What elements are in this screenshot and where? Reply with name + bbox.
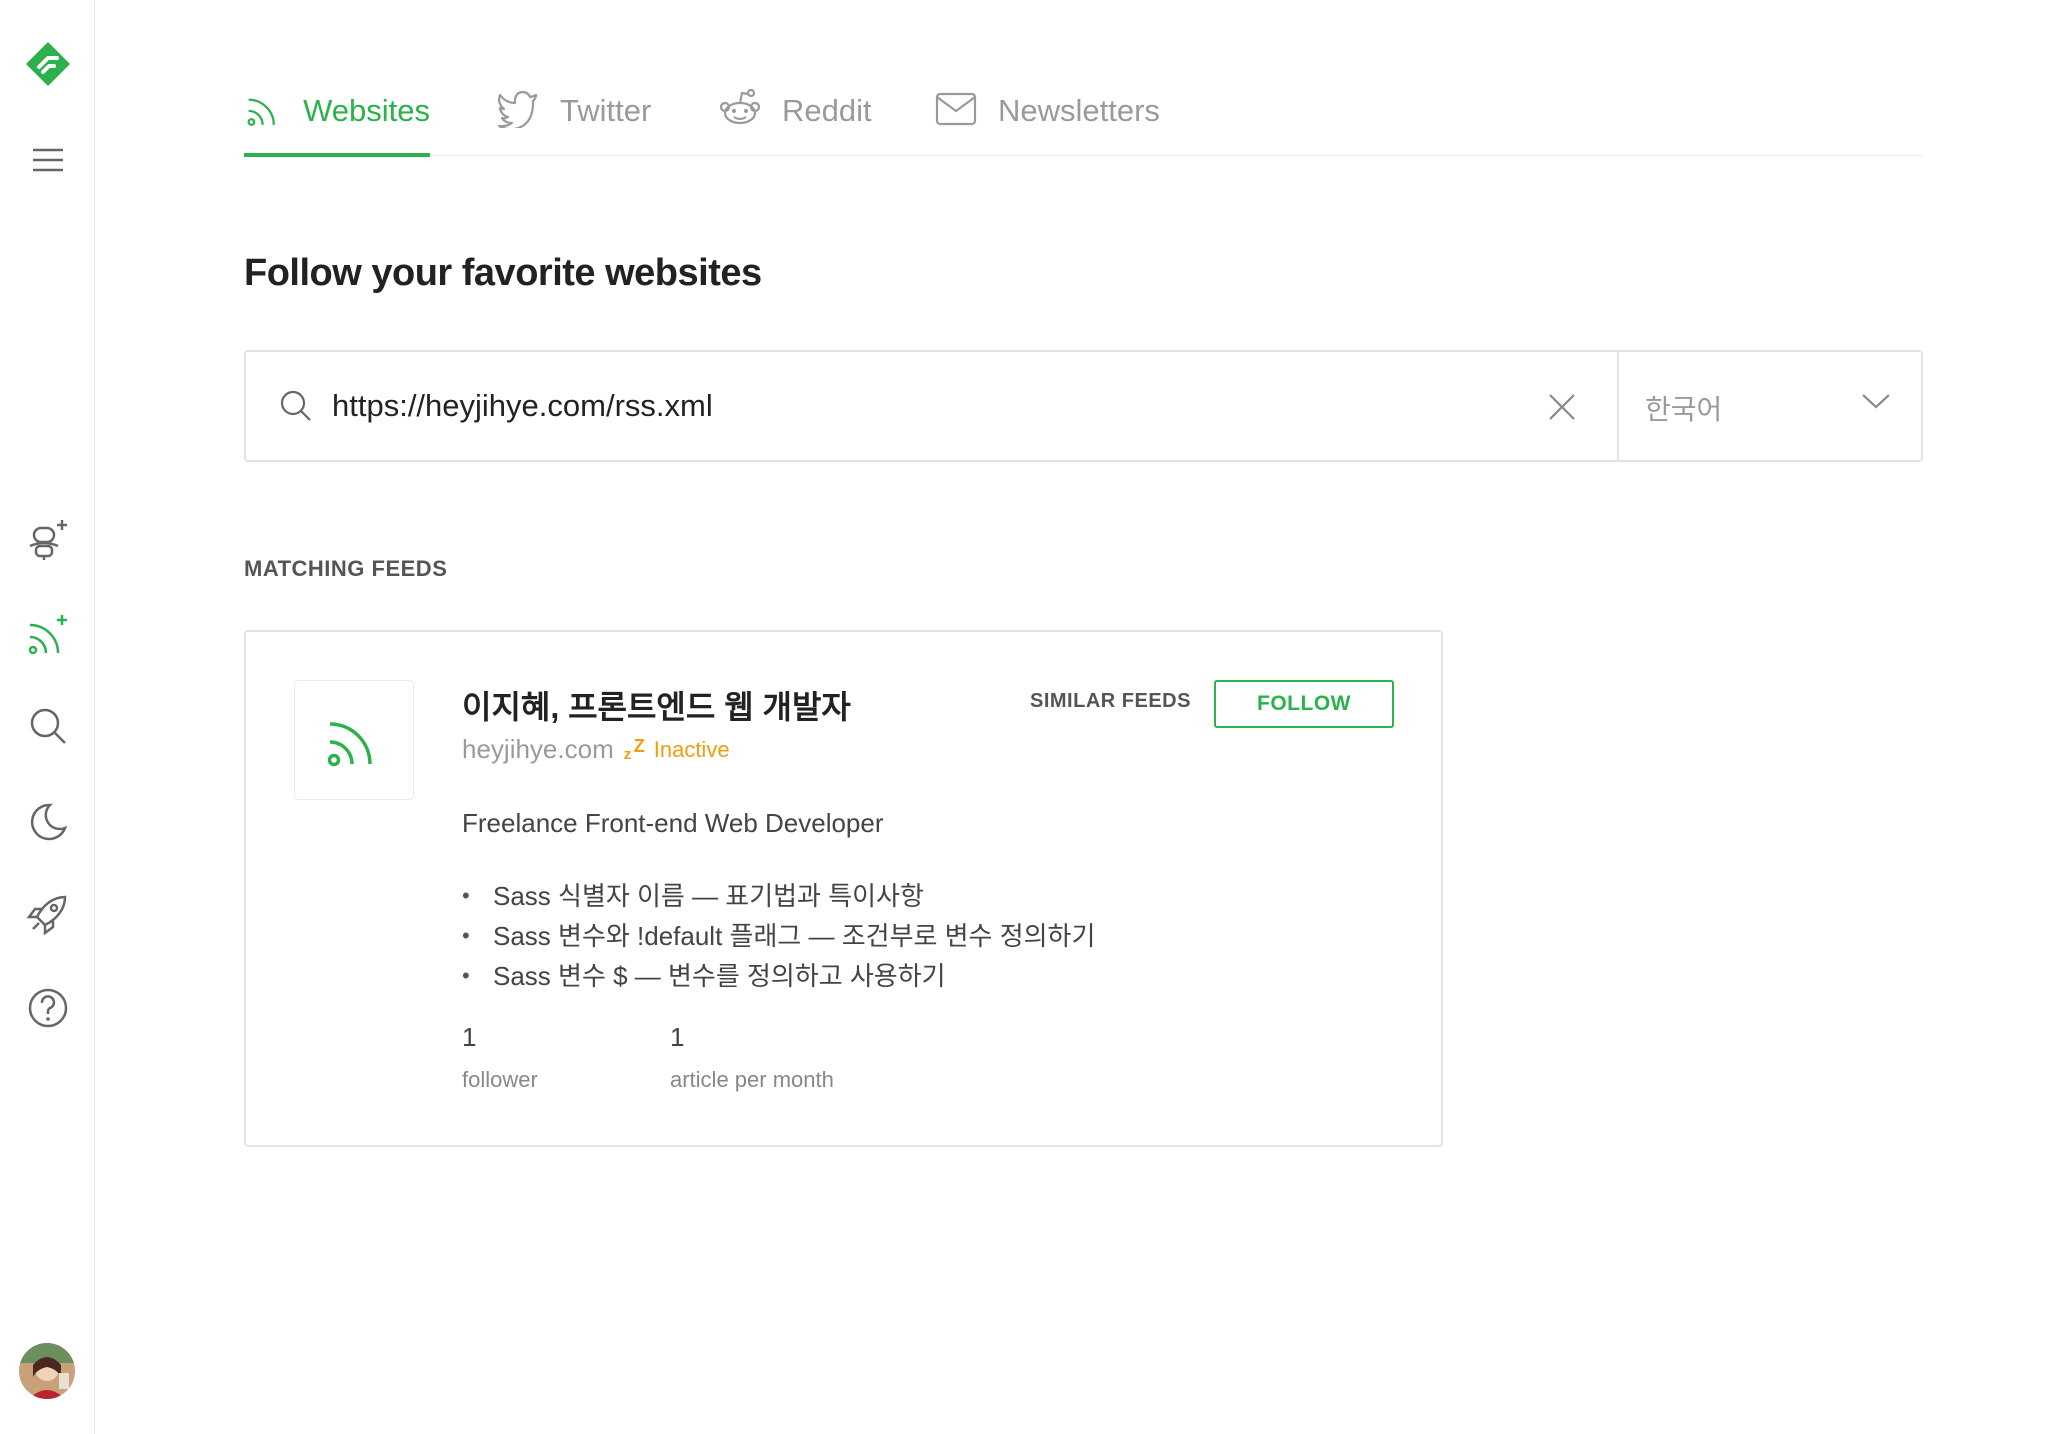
inactive-badge: z Z Inactive xyxy=(622,736,730,764)
tab-websites[interactable]: Websites xyxy=(244,70,430,157)
tab-twitter[interactable]: Twitter xyxy=(496,70,696,156)
language-value: 한국어 xyxy=(1645,394,1723,425)
article-item[interactable]: Sass 변수 $ — 변수를 정의하고 사용하기 xyxy=(462,956,1095,996)
tab-reddit[interactable]: Reddit xyxy=(718,70,898,156)
articles-stat: 1 article per month xyxy=(670,1022,834,1093)
feedly-logo-icon[interactable] xyxy=(0,34,95,94)
tab-newsletters[interactable]: Newsletters xyxy=(934,70,1174,156)
mail-icon xyxy=(935,92,977,126)
tab-reddit-label: Reddit xyxy=(782,93,872,128)
sleep-icon: z Z xyxy=(623,735,645,763)
close-icon xyxy=(1549,394,1575,420)
followers-label: follower xyxy=(462,1067,538,1092)
article-item[interactable]: Sass 식별자 이름 — 표기법과 특이사항 xyxy=(462,876,1095,916)
similar-feeds-button[interactable]: SIMILAR FEEDS xyxy=(1030,690,1191,713)
source-tabs: Websites Twitter Reddit Newsletters xyxy=(244,70,1923,157)
add-feed-icon[interactable] xyxy=(0,605,95,665)
search-field-icon xyxy=(280,390,312,427)
feed-thumbnail xyxy=(294,680,414,800)
rss-icon xyxy=(247,98,275,126)
tab-newsletters-label: Newsletters xyxy=(998,93,1160,128)
feed-meta: heyjihye.com z Z Inactive xyxy=(462,734,730,765)
page-title: Follow your favorite websites xyxy=(244,252,762,294)
chevron-down-icon xyxy=(1861,392,1891,415)
reddit-icon xyxy=(719,88,761,125)
tab-twitter-label: Twitter xyxy=(560,93,652,128)
feed-card[interactable]: 이지혜, 프론트엔드 웹 개발자 heyjihye.com z Z Inacti… xyxy=(244,630,1443,1147)
inactive-status: Inactive xyxy=(653,736,730,762)
matching-feeds-label: MATCHING FEEDS xyxy=(244,556,448,581)
language-select[interactable]: 한국어 xyxy=(1619,352,1921,460)
tab-websites-label: Websites xyxy=(303,93,430,128)
clear-search-button[interactable] xyxy=(1543,388,1581,426)
follow-button[interactable]: FOLLOW xyxy=(1214,680,1394,728)
search-bar: 한국어 xyxy=(244,350,1923,462)
recent-articles: Sass 식별자 이름 — 표기법과 특이사항 Sass 변수와 !defaul… xyxy=(462,876,1095,996)
search-icon[interactable] xyxy=(0,696,95,756)
followers-stat: 1 follower xyxy=(462,1022,538,1093)
articles-label: article per month xyxy=(670,1067,834,1092)
user-avatar[interactable] xyxy=(19,1343,75,1399)
rss-icon xyxy=(327,722,372,767)
sidebar xyxy=(0,0,95,1434)
search-box xyxy=(246,352,1619,460)
feed-domain[interactable]: heyjihye.com xyxy=(462,734,614,765)
rocket-icon[interactable] xyxy=(0,884,95,944)
article-item[interactable]: Sass 변수와 !default 플래그 — 조건부로 변수 정의하기 xyxy=(462,916,1095,956)
feed-description: Freelance Front-end Web Developer xyxy=(462,808,884,838)
search-input[interactable] xyxy=(332,376,1492,436)
articles-count: 1 xyxy=(670,1022,685,1052)
menu-icon[interactable] xyxy=(0,130,95,190)
add-team-icon[interactable] xyxy=(0,510,95,570)
help-icon[interactable] xyxy=(0,978,95,1038)
feed-title[interactable]: 이지혜, 프론트엔드 웹 개발자 xyxy=(462,682,851,728)
twitter-icon xyxy=(497,90,538,128)
followers-count: 1 xyxy=(462,1022,477,1052)
night-mode-icon[interactable] xyxy=(0,792,95,852)
